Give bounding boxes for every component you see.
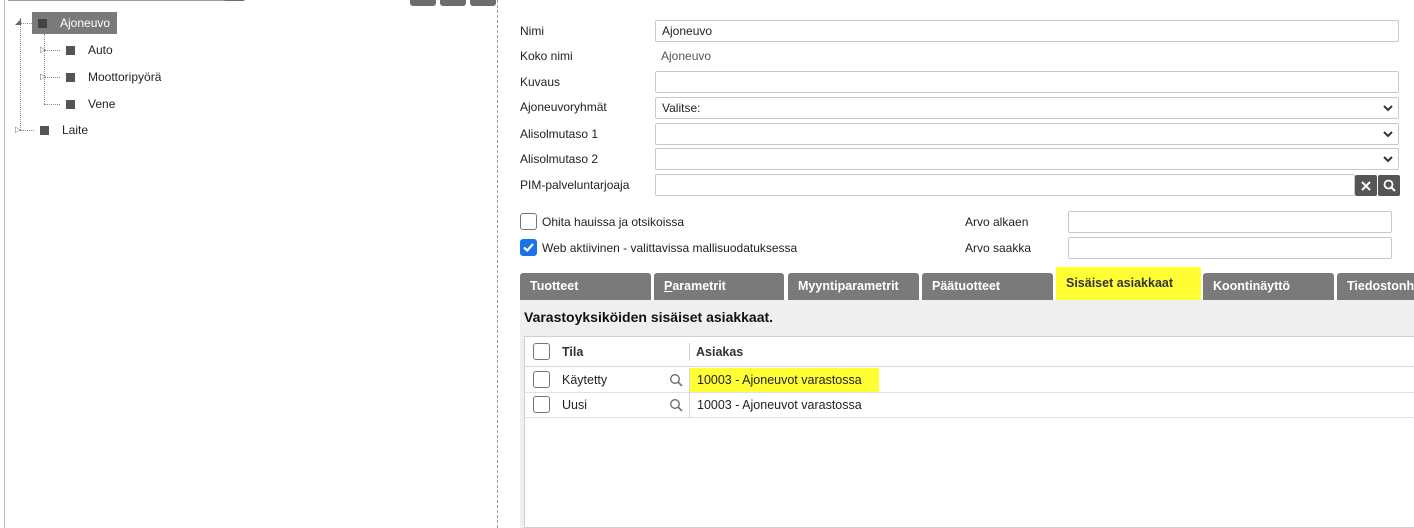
row-status: Käytetty (562, 373, 608, 387)
tree-connector (20, 130, 34, 131)
select-all-checkbox[interactable] (533, 343, 550, 360)
grid-header: Tila Asiakas (525, 337, 1414, 367)
panel-splitter[interactable] (497, 0, 498, 528)
tree-node-moottoripyora[interactable]: Moottoripyörä (60, 66, 167, 88)
row-checkbox[interactable] (533, 396, 550, 413)
expand-arrow-icon[interactable]: ▷ (40, 73, 46, 81)
tree-connector (20, 18, 21, 130)
tree-node-label: Auto (88, 43, 113, 57)
tree-node-label: Ajoneuvo (60, 16, 111, 30)
tree-toolbar-button-3[interactable] (470, 0, 496, 6)
tab-internal-customers[interactable]: Sisäiset asiakkaat (1056, 267, 1201, 300)
tab-bar: Tuotteet Parametrit Myyntiparametrit Pää… (520, 267, 1414, 300)
expand-arrow-icon[interactable]: ▷ (40, 46, 46, 54)
table-row[interactable]: Uusi 10003 - Ajoneuvot varastossa (525, 393, 1414, 418)
tab-products[interactable]: Tuotteet (520, 273, 651, 300)
tree-search-button[interactable] (224, 0, 245, 1)
tree-connector (44, 50, 60, 51)
groups-label: Ajoneuvoryhmät (520, 100, 607, 114)
column-separator (689, 393, 690, 418)
pim-label: PIM-palveluntarjoaja (520, 178, 630, 192)
search-icon[interactable] (669, 398, 683, 412)
pim-input[interactable] (655, 174, 1355, 196)
tree-node-vene[interactable]: Vene (60, 93, 121, 115)
sublevel2-label: Alisolmutaso 2 (520, 152, 599, 166)
tree-node-label: Moottoripyörä (88, 70, 162, 84)
tab-main-products[interactable]: Päätuotteet (922, 273, 1053, 300)
category-tree-panel: ◢ ▷ ▷ ▷ Ajoneuvo Auto Moottoripyörä Vene… (0, 0, 497, 528)
fullname-value: Ajoneuvo (661, 49, 712, 63)
search-icon (1383, 179, 1396, 192)
tab-parameters[interactable]: Parametrit (654, 273, 784, 300)
chevron-down-icon (1383, 105, 1393, 112)
row-customer: 10003 - Ajoneuvot varastossa (697, 398, 862, 412)
tab-file-management[interactable]: Tiedostonhallinta (1337, 273, 1414, 300)
sublevel1-label: Alisolmutaso 1 (520, 127, 599, 141)
clear-button[interactable] (1355, 175, 1377, 196)
tree-node-label: Laite (62, 123, 89, 137)
description-label: Kuvaus (520, 75, 561, 89)
sublevel2-select[interactable] (655, 148, 1399, 170)
chevron-down-icon (1383, 156, 1393, 163)
tree-node-auto[interactable]: Auto (60, 39, 119, 61)
tab-sales-parameters[interactable]: Myyntiparametrit (788, 273, 919, 300)
table-row[interactable]: Käytetty 10003 - Ajoneuvot varastossa (525, 368, 1414, 393)
tree-connector (44, 104, 60, 105)
name-input[interactable]: Ajoneuvo (655, 20, 1399, 42)
description-input[interactable] (655, 71, 1399, 93)
fullname-label: Koko nimi (520, 49, 573, 63)
search-button[interactable] (1378, 175, 1400, 196)
node-icon (66, 99, 75, 109)
row-customer: 10003 - Ajoneuvot varastossa (690, 368, 879, 392)
row-status: Uusi (562, 398, 588, 412)
skip-search-checkbox[interactable] (520, 213, 537, 230)
value-to-label: Arvo saakka (965, 241, 1032, 255)
web-active-label: Web aktiivinen - valittavissa mallisuoda… (542, 241, 798, 255)
groups-select-value: Valitse: (662, 101, 701, 115)
groups-select[interactable]: Valitse: (655, 97, 1399, 119)
customers-grid: Tila Asiakas Käytetty 10003 - Ajoneuvot … (524, 336, 1414, 528)
checkmark-icon (523, 243, 534, 253)
tree-search-input[interactable] (8, 0, 226, 1)
name-label: Nimi (520, 24, 544, 38)
column-separator[interactable] (689, 343, 690, 361)
tree-node-laite[interactable]: Laite (34, 119, 94, 141)
tab-dashboard[interactable]: Koontinäyttö (1203, 273, 1334, 300)
expand-arrow-icon[interactable]: ▷ (15, 126, 21, 134)
panel-border (4, 0, 5, 528)
node-icon (66, 72, 75, 82)
tree-node-ajoneuvo[interactable]: Ajoneuvo (32, 12, 117, 34)
tree-toolbar-button-1[interactable] (410, 0, 436, 6)
column-header-customer[interactable]: Asiakas (696, 337, 743, 367)
tree-connector (44, 77, 60, 78)
tree-node-label: Vene (88, 97, 116, 111)
row-checkbox[interactable] (533, 371, 550, 388)
node-icon (38, 18, 47, 28)
collapse-arrow-icon[interactable]: ◢ (15, 18, 21, 26)
sublevel1-select[interactable] (655, 123, 1399, 145)
close-icon (1361, 180, 1371, 191)
tree-connector (20, 23, 32, 24)
tree-toolbar-button-2[interactable] (440, 0, 466, 6)
node-icon (66, 45, 75, 55)
skip-search-label: Ohita hauissa ja otsikoissa (542, 215, 685, 229)
node-icon (40, 125, 49, 135)
search-icon[interactable] (669, 373, 683, 387)
web-active-checkbox[interactable] (520, 239, 537, 256)
section-title: Varastoyksiköiden sisäiset asiakkaat. (524, 309, 774, 325)
chevron-down-icon (1383, 131, 1393, 138)
column-header-status[interactable]: Tila (562, 337, 583, 367)
value-from-label: Arvo alkaen (965, 215, 1029, 229)
internal-customers-panel: Varastoyksiköiden sisäiset asiakkaat. Ti… (520, 300, 1414, 528)
value-to-input[interactable] (1068, 237, 1392, 259)
category-detail-panel: Nimi Ajoneuvo Koko nimi Ajoneuvo Kuvaus … (499, 0, 1414, 528)
value-from-input[interactable] (1068, 211, 1392, 233)
